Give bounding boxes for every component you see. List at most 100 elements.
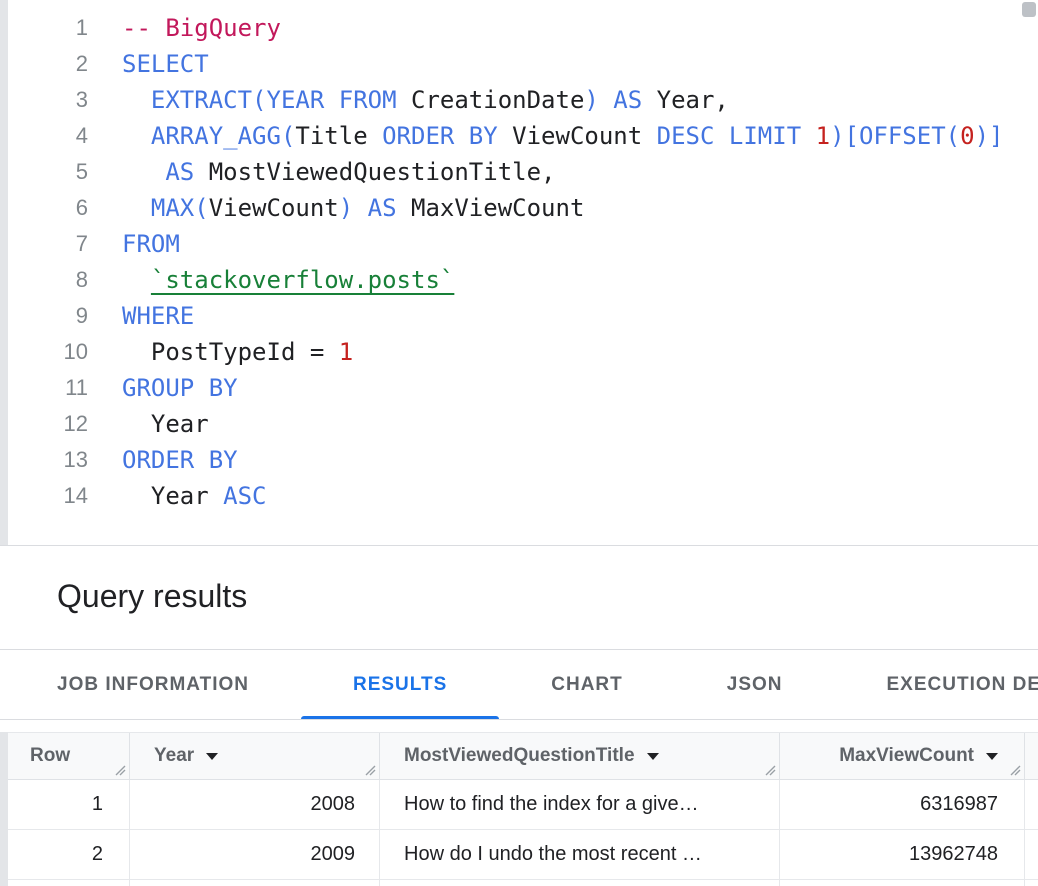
code-token (122, 266, 151, 294)
column-header-year[interactable]: Year (130, 733, 380, 779)
code-line: 13 ORDER BY (8, 442, 1038, 478)
code-token: MAX( (151, 194, 209, 222)
code-token (122, 158, 165, 186)
code-token: ORDER BY (122, 446, 238, 474)
code-text: `stackoverflow.posts` (88, 262, 454, 298)
tab-execution-details[interactable]: EXECUTION DETAILS (835, 650, 1038, 719)
code-lines: 1 -- BigQuery 2 SELECT 3 EXTRACT(YEAR FROM C… (8, 0, 1038, 545)
code-line: 6 MAX(ViewCount) AS MaxViewCount (8, 190, 1038, 226)
cell-year (130, 880, 380, 886)
results-table-area: Row Year MostViewedQuestionTitle MaxView… (0, 732, 1038, 886)
cell-row-number: 2 (8, 830, 130, 879)
code-text: MAX(ViewCount) AS MaxViewCount (88, 190, 584, 226)
cell-most-viewed-question-title (380, 880, 780, 886)
code-line: 3 EXTRACT(YEAR FROM CreationDate) AS Yea… (8, 82, 1038, 118)
code-token: 1 (816, 122, 830, 150)
code-token: ) AS (584, 86, 642, 114)
sort-dropdown-icon[interactable] (986, 753, 998, 760)
sort-dropdown-icon[interactable] (647, 753, 659, 760)
code-text: ORDER BY (88, 442, 238, 478)
tab-job-information[interactable]: JOB INFORMATION (5, 650, 301, 719)
cell-year: 2008 (130, 780, 380, 829)
code-line: 12 Year (8, 406, 1038, 442)
code-token: Title (295, 122, 382, 150)
cell-max-view-count: 13962748 (780, 830, 1025, 879)
code-text: WHERE (88, 298, 194, 334)
line-number: 13 (8, 442, 88, 478)
line-number: 6 (8, 190, 88, 226)
cell-overflow (1025, 830, 1038, 879)
code-token: AS (165, 158, 194, 186)
code-line: 4 ARRAY_AGG(Title ORDER BY ViewCount DES… (8, 118, 1038, 154)
code-text: AS MostViewedQuestionTitle, (88, 154, 556, 190)
tab-json[interactable]: JSON (675, 650, 835, 719)
table-row[interactable]: 1 2008 How to find the index for a give…… (8, 780, 1038, 830)
code-token: ARRAY_AGG( (151, 122, 296, 150)
cell-max-view-count (780, 880, 1025, 886)
code-token: FROM (122, 230, 180, 258)
column-resize-handle[interactable] (363, 763, 376, 776)
line-number: 5 (8, 154, 88, 190)
code-token: MaxViewCount (397, 194, 585, 222)
column-header-row-number[interactable]: Row (8, 733, 130, 779)
table-reference-link[interactable]: `stackoverflow.posts` (151, 266, 454, 294)
code-text: GROUP BY (88, 370, 238, 406)
code-token: SELECT (122, 50, 209, 78)
code-line: 1 -- BigQuery (8, 10, 1038, 46)
cell-overflow (1025, 880, 1038, 886)
table-header-row: Row Year MostViewedQuestionTitle MaxView… (8, 732, 1038, 780)
editor-scrollbar-thumb[interactable] (1022, 2, 1036, 17)
code-line: 7 FROM (8, 226, 1038, 262)
code-token: EXTRACT(YEAR FROM (151, 86, 411, 114)
code-token: Year (122, 410, 209, 438)
code-token: -- BigQuery (122, 14, 281, 42)
code-token: CreationDate (411, 86, 584, 114)
cell-overflow (1025, 780, 1038, 829)
column-label: Year (154, 745, 194, 767)
column-resize-handle[interactable] (1008, 763, 1021, 776)
code-token: Year, (642, 86, 729, 114)
line-number: 12 (8, 406, 88, 442)
line-number: 8 (8, 262, 88, 298)
column-header-max-view-count[interactable]: MaxViewCount (780, 733, 1025, 779)
code-text: ARRAY_AGG(Title ORDER BY ViewCount DESC … (88, 118, 1003, 154)
tab-results[interactable]: RESULTS (301, 650, 499, 719)
line-number: 9 (8, 298, 88, 334)
tab-label: JSON (727, 674, 783, 696)
cell-row-number (8, 880, 130, 886)
column-resize-handle[interactable] (763, 763, 776, 776)
table-row-partial[interactable] (8, 880, 1038, 886)
editor-left-scrollbar[interactable] (0, 0, 8, 545)
column-header-most-viewed-question-title[interactable]: MostViewedQuestionTitle (380, 733, 780, 779)
line-number: 1 (8, 10, 88, 46)
code-token: GROUP BY (122, 374, 238, 402)
code-token: DESC LIMIT (657, 122, 816, 150)
code-token: MostViewedQuestionTitle, (194, 158, 555, 186)
code-token: ASC (223, 482, 266, 510)
table-left-scrollbar[interactable] (0, 732, 8, 886)
column-resize-handle[interactable] (113, 763, 126, 776)
code-token: Year (122, 482, 223, 510)
cell-most-viewed-question-title: How do I undo the most recent … (380, 830, 780, 879)
code-line: 2 SELECT (8, 46, 1038, 82)
code-token: )[OFFSET( (830, 122, 960, 150)
tab-label: CHART (551, 674, 623, 696)
tab-label: JOB INFORMATION (57, 674, 249, 696)
code-token: ViewCount (209, 194, 339, 222)
query-results-title: Query results (57, 574, 1038, 618)
code-line: 8 `stackoverflow.posts` (8, 262, 1038, 298)
sort-dropdown-icon[interactable] (206, 753, 218, 760)
column-label: MaxViewCount (839, 745, 974, 767)
code-line: 5 AS MostViewedQuestionTitle, (8, 154, 1038, 190)
code-text: PostTypeId = 1 (88, 334, 353, 370)
line-number: 2 (8, 46, 88, 82)
tab-chart[interactable]: CHART (499, 650, 675, 719)
line-number: 4 (8, 118, 88, 154)
line-number: 7 (8, 226, 88, 262)
sql-editor[interactable]: 1 -- BigQuery 2 SELECT 3 EXTRACT(YEAR FROM C… (0, 0, 1038, 546)
results-table: Row Year MostViewedQuestionTitle MaxView… (8, 732, 1038, 886)
code-line: 9WHERE (8, 298, 1038, 334)
table-row[interactable]: 2 2009 How do I undo the most recent … 1… (8, 830, 1038, 880)
code-token: ORDER BY (382, 122, 512, 150)
cell-most-viewed-question-title: How to find the index for a give… (380, 780, 780, 829)
